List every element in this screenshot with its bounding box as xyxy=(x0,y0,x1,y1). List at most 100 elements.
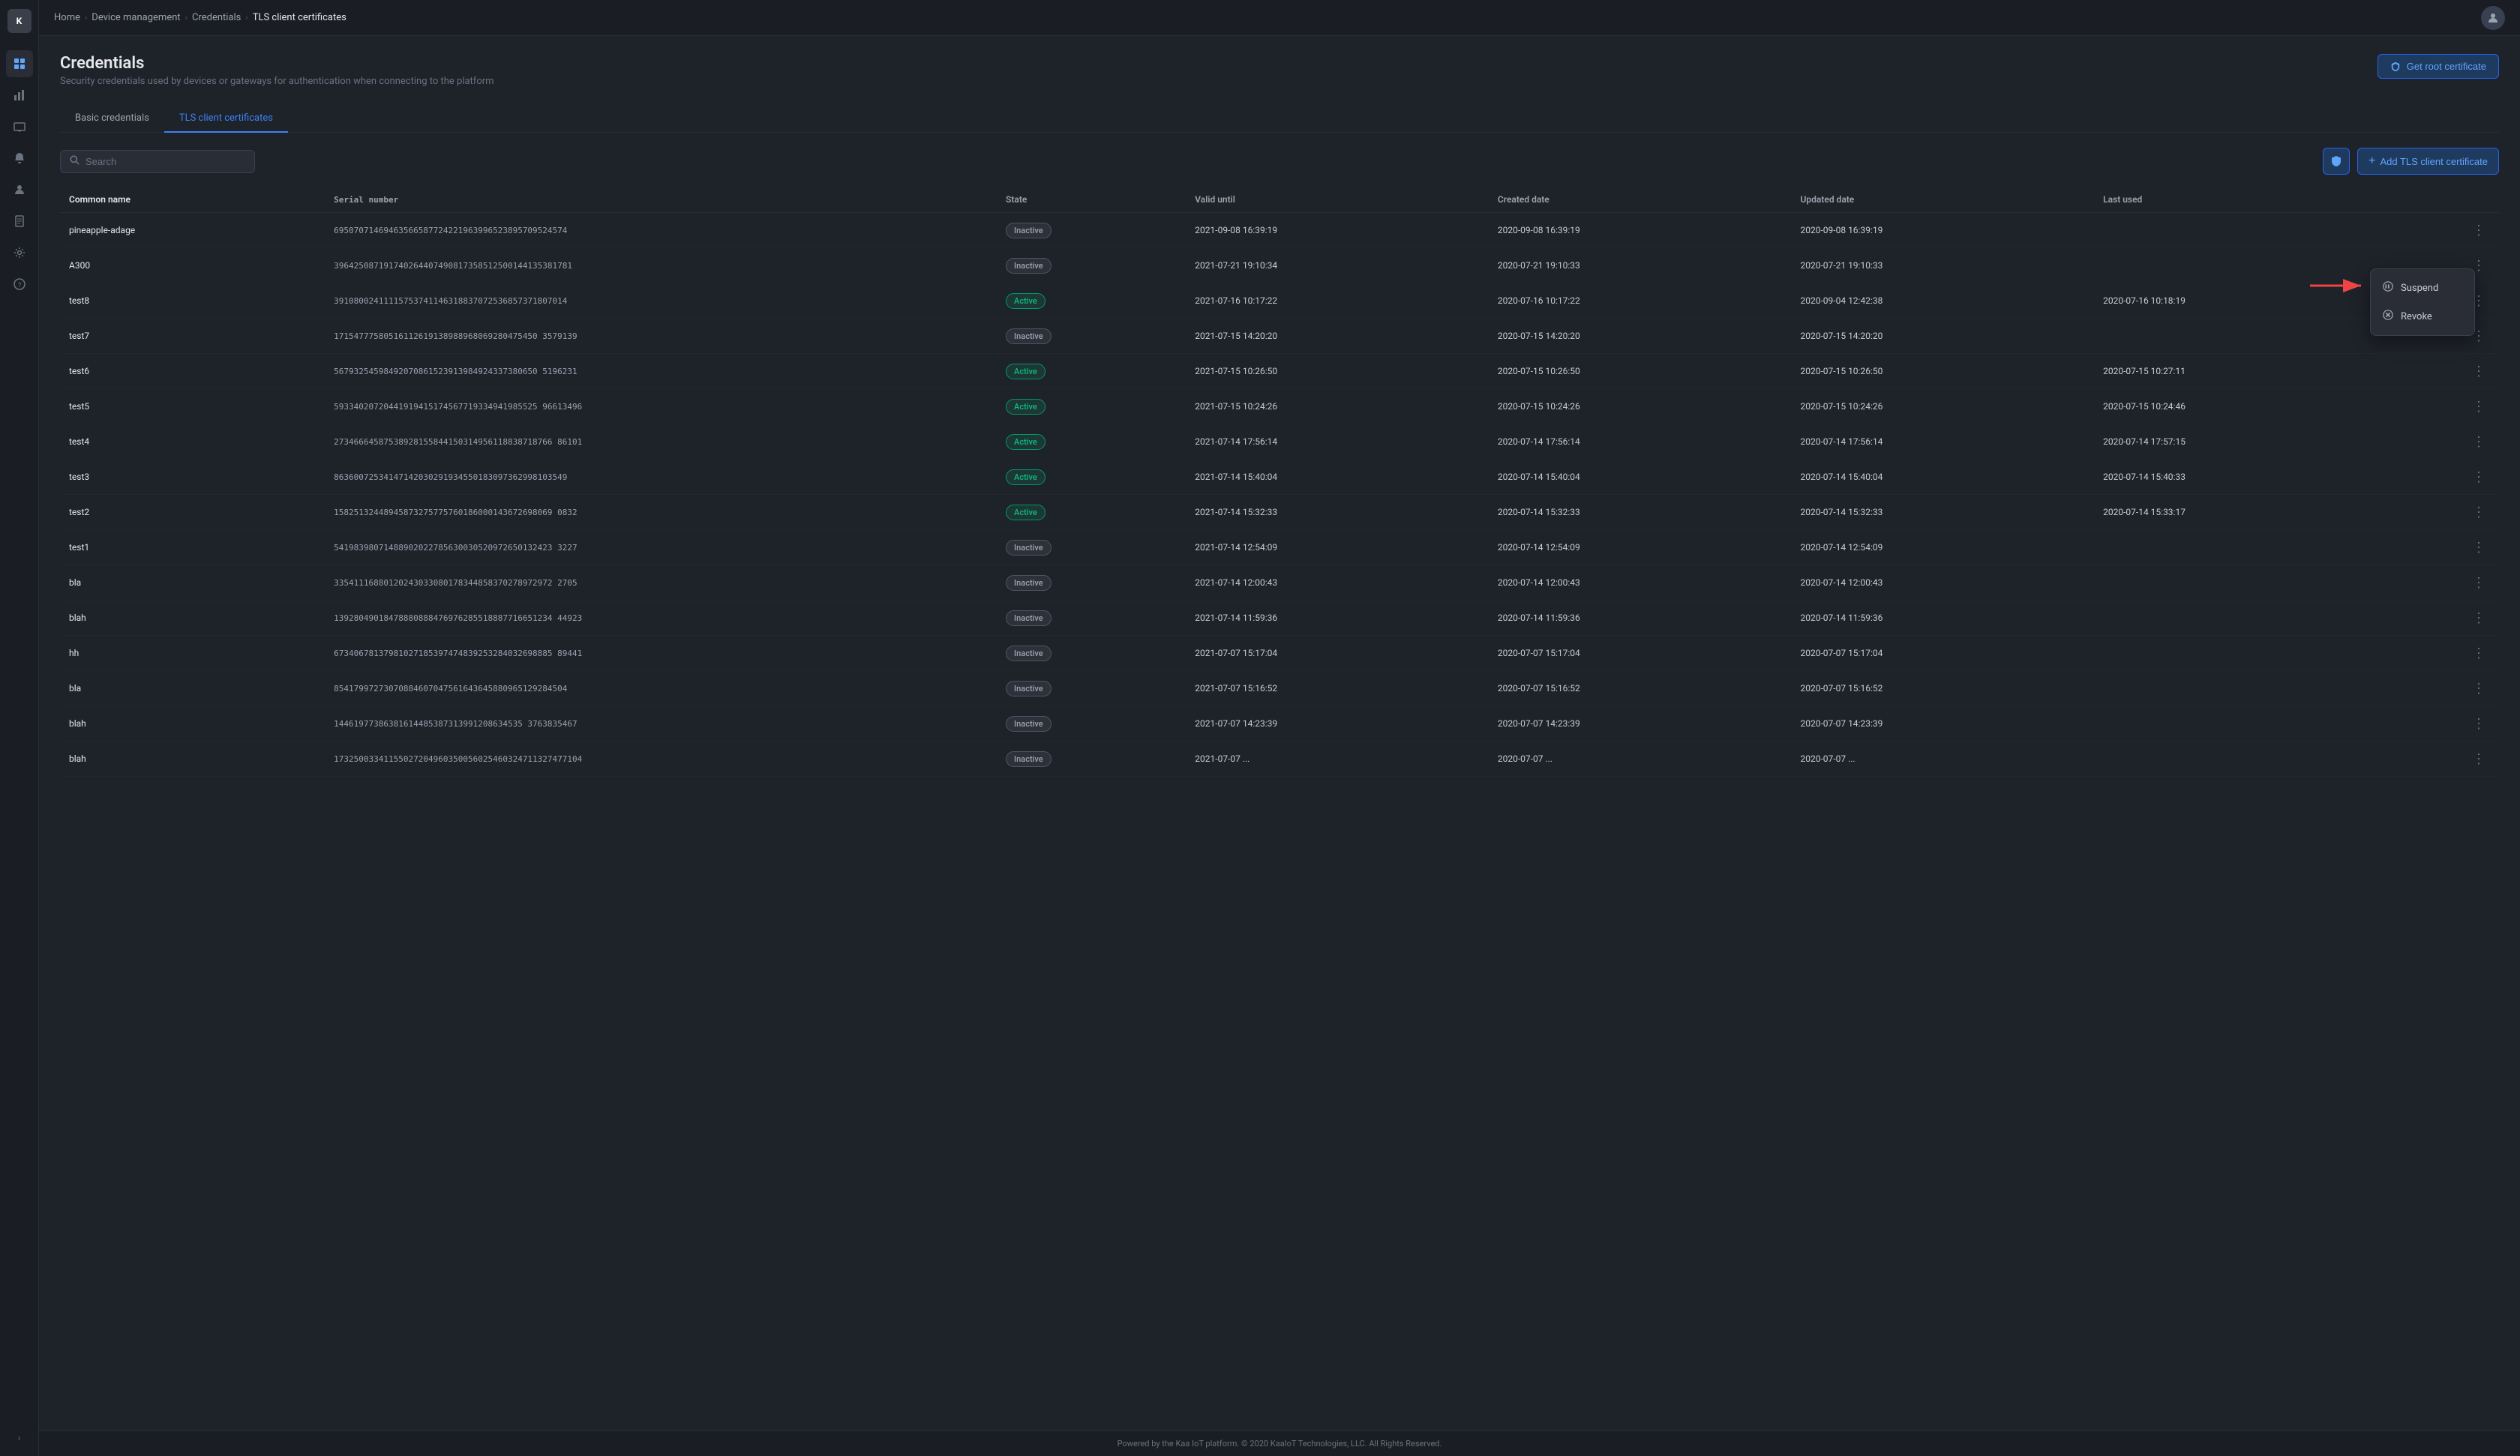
cell-serial: 14461977386381614485387313991208634535 3… xyxy=(325,706,997,741)
cell-name: hh xyxy=(60,636,325,671)
cell-name: pineapple-adage xyxy=(60,213,325,248)
cell-created: 2020-07-16 10:17:22 xyxy=(1489,283,1792,319)
cell-lastused xyxy=(2094,601,2397,636)
state-badge: Inactive xyxy=(1006,328,1052,344)
cell-created: 2020-07-14 12:54:09 xyxy=(1489,530,1792,565)
sidebar-item-grid[interactable] xyxy=(6,50,33,77)
cell-name: A300 xyxy=(60,248,325,283)
cell-name: blah xyxy=(60,741,325,777)
cell-serial: 8636007253414714203029193455018309736299… xyxy=(325,460,997,495)
user-avatar[interactable] xyxy=(2481,6,2505,30)
table-row: test3 8636007253414714203029193455018309… xyxy=(60,460,2499,495)
sidebar-item-chart[interactable] xyxy=(6,82,33,109)
sidebar-item-settings[interactable] xyxy=(6,239,33,266)
cell-updated: 2020-09-08 16:39:19 xyxy=(1792,213,2095,248)
search-input[interactable] xyxy=(86,156,245,167)
sidebar-item-user[interactable] xyxy=(6,176,33,203)
tab-basic-credentials[interactable]: Basic credentials xyxy=(60,105,164,133)
cell-state: Inactive xyxy=(997,601,1186,636)
cell-name: test1 xyxy=(60,530,325,565)
cell-valid: 2021-07-14 11:59:36 xyxy=(1186,601,1489,636)
row-more-button[interactable]: ⋮ xyxy=(2468,363,2490,379)
cell-state: Active xyxy=(997,354,1186,389)
sidebar-item-devices[interactable] xyxy=(6,113,33,140)
cell-updated: 2020-07-15 10:24:26 xyxy=(1792,389,2095,424)
sidebar-item-notifications[interactable] xyxy=(6,145,33,172)
row-more-button[interactable]: ⋮ xyxy=(2468,645,2490,661)
cell-serial: 5419839807148890202278563003052097265013… xyxy=(325,530,997,565)
cell-created: 2020-07-14 17:56:14 xyxy=(1489,424,1792,460)
row-more-button[interactable]: ⋮ xyxy=(2468,539,2490,556)
get-root-certificate-button[interactable]: Get root certificate xyxy=(2378,54,2499,79)
col-header-created: Created date xyxy=(1489,187,1792,213)
cell-actions: ⋮ xyxy=(2397,213,2499,248)
cell-serial: 3354111688012024303308017834485837027897… xyxy=(325,565,997,601)
context-menu-revoke[interactable]: Revoke xyxy=(2371,302,2474,331)
cell-lastused xyxy=(2094,248,2397,283)
cell-created: 2020-07-15 10:24:26 xyxy=(1489,389,1792,424)
col-header-state: State xyxy=(997,187,1186,213)
table-row: blah 17325003341155027204960350056025460… xyxy=(60,741,2499,777)
cell-actions: ⋮ xyxy=(2397,636,2499,671)
row-more-button[interactable]: ⋮ xyxy=(2468,750,2490,767)
state-badge: Active xyxy=(1006,399,1046,415)
sidebar: K xyxy=(0,0,39,1456)
row-more-button[interactable]: ⋮ xyxy=(2468,504,2490,520)
tab-tls-certificates[interactable]: TLS client certificates xyxy=(164,105,288,133)
cell-name: test3 xyxy=(60,460,325,495)
suspend-icon xyxy=(2383,281,2393,295)
state-badge: Inactive xyxy=(1006,540,1052,556)
sidebar-item-document[interactable] xyxy=(6,208,33,235)
cell-lastused: 2020-07-15 10:27:11 xyxy=(2094,354,2397,389)
table-row: hh 6734067813798102718539747483925328403… xyxy=(60,636,2499,671)
add-tls-certificate-button[interactable]: + Add TLS client certificate xyxy=(2357,148,2499,175)
table-row: blah 14461977386381614485387313991208634… xyxy=(60,706,2499,741)
cell-created: 2020-09-08 16:39:19 xyxy=(1489,213,1792,248)
cell-created: 2020-07-14 15:32:33 xyxy=(1489,495,1792,530)
cell-state: Active xyxy=(997,460,1186,495)
row-more-button[interactable]: ⋮ xyxy=(2468,610,2490,626)
row-more-button[interactable]: ⋮ xyxy=(2468,222,2490,238)
row-more-button[interactable]: ⋮ xyxy=(2468,433,2490,450)
state-badge: Active xyxy=(1006,293,1046,309)
table-row: test5 5933402072044191941517456771933494… xyxy=(60,389,2499,424)
sidebar-expand-button[interactable]: › xyxy=(6,1429,33,1447)
cell-state: Active xyxy=(997,389,1186,424)
row-more-button[interactable]: ⋮ xyxy=(2468,715,2490,732)
state-badge: Inactive xyxy=(1006,646,1052,661)
cell-state: Active xyxy=(997,424,1186,460)
breadcrumb-credentials[interactable]: Credentials xyxy=(192,12,241,23)
breadcrumb-home[interactable]: Home xyxy=(54,12,80,23)
shield-button[interactable] xyxy=(2323,148,2350,175)
get-root-certificate-label: Get root certificate xyxy=(2407,61,2486,72)
col-header-lastused: Last used xyxy=(2094,187,2397,213)
cell-updated: 2020-07-07 14:23:39 xyxy=(1792,706,2095,741)
cell-created: 2020-07-15 14:20:20 xyxy=(1489,319,1792,354)
cell-valid: 2021-07-14 17:56:14 xyxy=(1186,424,1489,460)
row-more-button[interactable]: ⋮ xyxy=(2468,680,2490,697)
cell-created: 2020-07-14 15:40:04 xyxy=(1489,460,1792,495)
cell-valid: 2021-07-14 12:54:09 xyxy=(1186,530,1489,565)
search-box[interactable] xyxy=(60,150,255,173)
context-menu: Suspend Revoke xyxy=(2370,268,2475,336)
cell-lastused: 2020-07-14 17:57:15 xyxy=(2094,424,2397,460)
state-badge: Inactive xyxy=(1006,610,1052,626)
row-more-button[interactable]: ⋮ xyxy=(2468,574,2490,591)
row-more-button[interactable]: ⋮ xyxy=(2468,398,2490,415)
shield-icon xyxy=(2390,61,2401,72)
cell-updated: 2020-07-14 11:59:36 xyxy=(1792,601,2095,636)
context-menu-suspend[interactable]: Suspend xyxy=(2371,274,2474,302)
search-icon xyxy=(70,155,80,168)
state-badge: Inactive xyxy=(1006,716,1052,732)
table-row: test7 1715477758051611261913898896806928… xyxy=(60,319,2499,354)
cell-lastused xyxy=(2094,530,2397,565)
row-more-button[interactable]: ⋮ xyxy=(2468,469,2490,485)
cell-valid: 2021-07-16 10:17:22 xyxy=(1186,283,1489,319)
suspend-label: Suspend xyxy=(2401,283,2438,294)
table-row: bla 335411168801202430330801783448583702… xyxy=(60,565,2499,601)
sidebar-item-help[interactable]: ? xyxy=(6,271,33,298)
breadcrumb-sep-1: › xyxy=(85,13,87,22)
cell-actions: ⋮ xyxy=(2397,389,2499,424)
footer-text: Powered by the Kaa IoT platform. © 2020 … xyxy=(1118,1439,1442,1449)
breadcrumb-device-management[interactable]: Device management xyxy=(92,12,180,23)
